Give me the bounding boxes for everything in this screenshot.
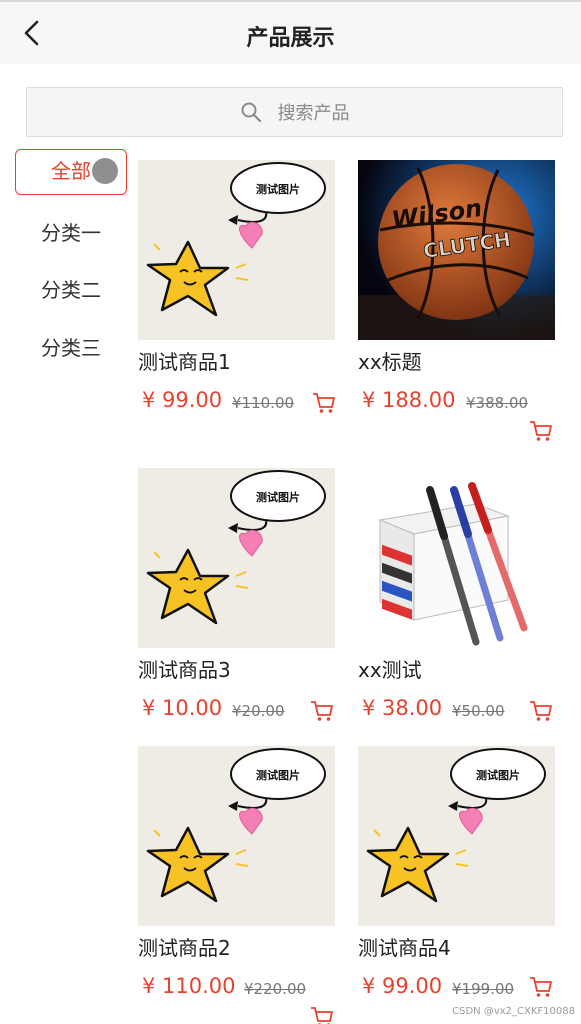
product-price: ¥ 99.00 xyxy=(142,388,223,412)
search-icon xyxy=(241,102,261,123)
category-item-all[interactable]: 全部 xyxy=(15,149,127,195)
category-item-3[interactable]: 分类三 xyxy=(15,325,127,371)
cart-icon[interactable] xyxy=(529,976,553,998)
product-original-price: ¥199.00 xyxy=(452,980,515,998)
product-image: 测试图片 xyxy=(138,160,335,340)
product-original-price: ¥110.00 xyxy=(232,394,295,412)
svg-text:测试图片: 测试图片 xyxy=(256,490,300,504)
cart-icon[interactable] xyxy=(310,700,334,722)
cart-icon[interactable] xyxy=(312,392,336,414)
product-image: 测试图片 xyxy=(138,746,335,926)
search-placeholder: 搜索产品 xyxy=(277,103,350,124)
product-original-price: ¥20.00 xyxy=(232,702,285,720)
product-original-price: ¥220.00 xyxy=(244,980,307,998)
category-label: 分类二 xyxy=(41,278,101,302)
product-image: 测试图片 xyxy=(138,468,335,648)
category-item-2[interactable]: 分类二 xyxy=(15,267,127,313)
product-image xyxy=(358,468,555,648)
touch-indicator xyxy=(92,158,118,184)
category-label: 全部 xyxy=(51,159,91,183)
svg-text:测试图片: 测试图片 xyxy=(256,182,300,196)
product-image: 测试图片 xyxy=(358,746,555,926)
product-name: 测试商品2 xyxy=(138,936,231,960)
product-price: ¥ 99.00 xyxy=(362,974,443,998)
product-name: xx测试 xyxy=(358,658,422,682)
page-title: 产品展示 xyxy=(246,26,335,51)
category-item-1[interactable]: 分类一 xyxy=(15,210,127,256)
nav-bar: 产品展示 xyxy=(0,2,581,64)
product-name: xx标题 xyxy=(358,350,422,374)
cart-icon[interactable] xyxy=(529,700,553,722)
search-bar[interactable]: 搜索产品 xyxy=(26,87,563,137)
svg-text:测试图片: 测试图片 xyxy=(476,768,520,782)
category-label: 分类一 xyxy=(41,221,101,245)
product-price: ¥ 38.00 xyxy=(362,696,443,720)
product-price: ¥ 110.00 xyxy=(142,974,236,998)
watermark: CSDN @vx2_CXKF10088 xyxy=(452,1006,575,1017)
product-image: Wilson CLUTCH xyxy=(358,160,555,340)
product-name: 测试商品4 xyxy=(358,936,451,960)
product-original-price: ¥50.00 xyxy=(452,702,505,720)
cart-icon[interactable] xyxy=(310,1006,334,1024)
category-label: 分类三 xyxy=(41,336,101,360)
product-original-price: ¥388.00 xyxy=(466,394,529,412)
product-price: ¥ 10.00 xyxy=(142,696,223,720)
product-name: 测试商品3 xyxy=(138,658,231,682)
product-name: 测试商品1 xyxy=(138,350,231,374)
product-price: ¥ 188.00 xyxy=(362,388,456,412)
cart-icon[interactable] xyxy=(529,420,553,442)
svg-text:测试图片: 测试图片 xyxy=(256,768,300,782)
